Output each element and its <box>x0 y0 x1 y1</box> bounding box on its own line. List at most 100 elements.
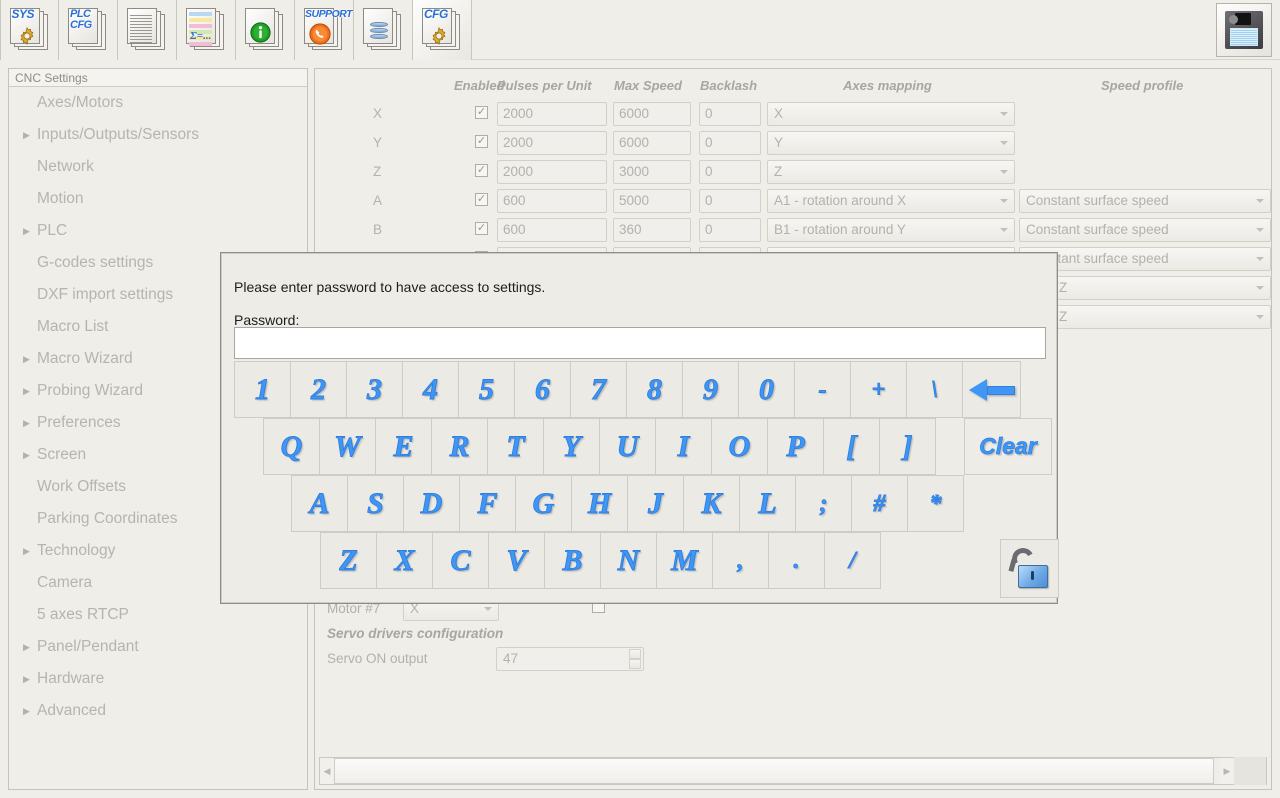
axis-enabled-checkbox[interactable]: ✓ <box>475 106 488 119</box>
backlash-input[interactable]: 0 <box>699 102 761 126</box>
save-button[interactable] <box>1216 3 1272 57</box>
key-a[interactable]: A <box>291 475 348 532</box>
key-d[interactable]: D <box>403 475 460 532</box>
unlock-button[interactable] <box>1000 539 1059 598</box>
password-input[interactable] <box>234 327 1046 359</box>
backlash-input[interactable]: 0 <box>699 160 761 184</box>
expand-triangle-icon[interactable]: ▶ <box>21 226 37 237</box>
key-4[interactable]: 4 <box>402 361 459 418</box>
key-0[interactable]: 0 <box>738 361 795 418</box>
key-slash[interactable]: / <box>824 532 881 589</box>
expand-triangle-icon[interactable]: ▶ <box>21 546 37 557</box>
sidebar-item-network[interactable]: Network <box>9 151 307 183</box>
expand-triangle-icon[interactable]: ▶ <box>21 450 37 461</box>
servo-on-output-stepper[interactable]: 47 <box>496 647 644 671</box>
sidebar-item-plc[interactable]: ▶PLC <box>9 215 307 247</box>
key-z[interactable]: Z <box>320 532 377 589</box>
expand-triangle-icon[interactable]: ▶ <box>21 642 37 653</box>
axes-mapping-select[interactable]: A1 - rotation around X <box>767 189 1015 213</box>
toolbar-button-document-list[interactable] <box>118 0 177 60</box>
key-asterisk[interactable]: * <box>907 475 964 532</box>
stepper-down-icon[interactable] <box>629 659 641 669</box>
key-t[interactable]: T <box>487 418 544 475</box>
axes-mapping-select[interactable]: B1 - rotation around Y <box>767 218 1015 242</box>
key-x[interactable]: X <box>376 532 433 589</box>
key-bracket-left[interactable]: [ <box>823 418 880 475</box>
key-minus[interactable]: - <box>794 361 851 418</box>
sidebar-item-panel-pendant[interactable]: ▶Panel/Pendant <box>9 631 307 663</box>
key-hash[interactable]: # <box>851 475 908 532</box>
horizontal-scrollbar[interactable]: ◀ ▶ <box>319 757 1267 785</box>
clear-key[interactable]: Clear <box>964 418 1052 475</box>
key-c[interactable]: C <box>432 532 489 589</box>
key-n[interactable]: N <box>600 532 657 589</box>
key-period[interactable]: . <box>768 532 825 589</box>
key-k[interactable]: K <box>683 475 740 532</box>
key-comma[interactable]: , <box>712 532 769 589</box>
max-speed-input[interactable]: 6000 <box>613 102 691 126</box>
expand-triangle-icon[interactable]: ▶ <box>21 386 37 397</box>
speed-profile-select[interactable]: Constant surface speed <box>1019 189 1271 213</box>
backspace-key[interactable] <box>962 361 1021 418</box>
scroll-left-arrow-icon[interactable]: ◀ <box>320 766 334 777</box>
key-bracket-right[interactable]: ] <box>879 418 936 475</box>
key-8[interactable]: 8 <box>626 361 683 418</box>
toolbar-button-plc-cfg[interactable]: PLC CFG <box>59 0 118 60</box>
sidebar-item-motion[interactable]: Motion <box>9 183 307 215</box>
axis-enabled-checkbox[interactable]: ✓ <box>475 164 488 177</box>
pulses-per-unit-input[interactable]: 2000 <box>497 102 607 126</box>
key-i[interactable]: I <box>655 418 712 475</box>
key-l[interactable]: L <box>739 475 796 532</box>
stepper-up-icon[interactable] <box>629 649 641 659</box>
key-1[interactable]: 1 <box>234 361 291 418</box>
axis-enabled-checkbox[interactable]: ✓ <box>475 222 488 235</box>
axis-enabled-checkbox[interactable]: ✓ <box>475 193 488 206</box>
speed-profile-select[interactable]: Constant surface speed <box>1019 218 1271 242</box>
key-m[interactable]: M <box>656 532 713 589</box>
sidebar-item-axes-motors[interactable]: Axes/Motors <box>9 87 307 119</box>
key-5[interactable]: 5 <box>458 361 515 418</box>
key-q[interactable]: Q <box>263 418 320 475</box>
key-f[interactable]: F <box>459 475 516 532</box>
backlash-input[interactable]: 0 <box>699 131 761 155</box>
key-plus[interactable]: + <box>850 361 907 418</box>
max-speed-input[interactable]: 3000 <box>613 160 691 184</box>
scrollbar-track[interactable] <box>334 758 1220 784</box>
expand-triangle-icon[interactable]: ▶ <box>21 354 37 365</box>
max-speed-input[interactable]: 360 <box>613 218 691 242</box>
sidebar-item-advanced[interactable]: ▶Advanced <box>9 695 307 727</box>
scrollbar-thumb[interactable] <box>334 758 1214 784</box>
key-6[interactable]: 6 <box>514 361 571 418</box>
key-semicolon[interactable]: ; <box>795 475 852 532</box>
key-j[interactable]: J <box>627 475 684 532</box>
key-7[interactable]: 7 <box>570 361 627 418</box>
toolbar-button-sys-settings[interactable]: SYS <box>0 0 59 60</box>
key-3[interactable]: 3 <box>346 361 403 418</box>
axes-mapping-select[interactable]: Y <box>767 131 1015 155</box>
sidebar-item-hardware[interactable]: ▶Hardware <box>9 663 307 695</box>
expand-triangle-icon[interactable]: ▶ <box>21 130 37 141</box>
key-p[interactable]: P <box>767 418 824 475</box>
key-h[interactable]: H <box>571 475 628 532</box>
sidebar-item-inputs-outputs-sensors[interactable]: ▶Inputs/Outputs/Sensors <box>9 119 307 151</box>
key-y[interactable]: Y <box>543 418 600 475</box>
toolbar-button-variables[interactable]: Σ=... <box>177 0 236 60</box>
max-speed-input[interactable]: 6000 <box>613 131 691 155</box>
backlash-input[interactable]: 0 <box>699 189 761 213</box>
key-backslash[interactable]: \ <box>906 361 963 418</box>
key-9[interactable]: 9 <box>682 361 739 418</box>
key-2[interactable]: 2 <box>290 361 347 418</box>
max-speed-input[interactable]: 5000 <box>613 189 691 213</box>
backlash-input[interactable]: 0 <box>699 218 761 242</box>
key-v[interactable]: V <box>488 532 545 589</box>
toolbar-button-support[interactable]: SUPPORT <box>295 0 354 60</box>
expand-triangle-icon[interactable]: ▶ <box>21 418 37 429</box>
toolbar-button-info[interactable] <box>236 0 295 60</box>
pulses-per-unit-input[interactable]: 2000 <box>497 131 607 155</box>
key-u[interactable]: U <box>599 418 656 475</box>
key-o[interactable]: O <box>711 418 768 475</box>
toolbar-button-cfg[interactable]: CFG <box>413 0 472 60</box>
axis-enabled-checkbox[interactable]: ✓ <box>475 135 488 148</box>
expand-triangle-icon[interactable]: ▶ <box>21 674 37 685</box>
expand-triangle-icon[interactable]: ▶ <box>21 706 37 717</box>
